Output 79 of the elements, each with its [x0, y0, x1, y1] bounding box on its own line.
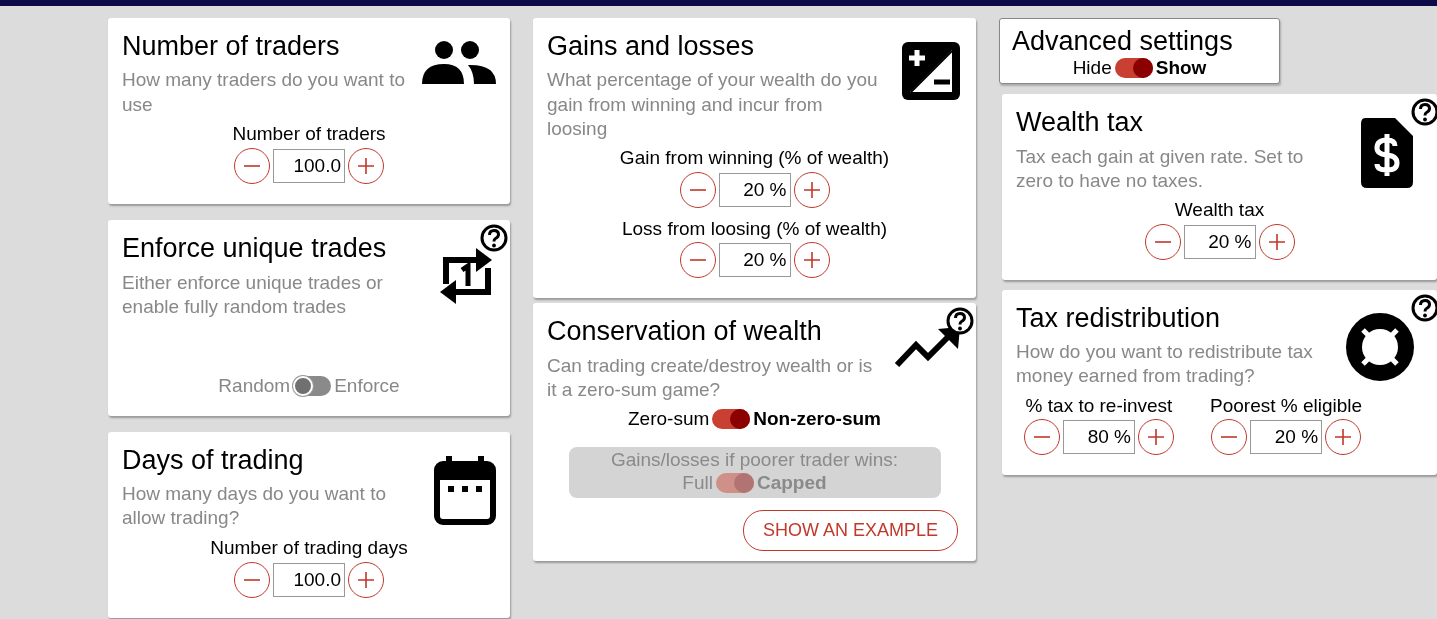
help-icon[interactable]: [1411, 98, 1437, 127]
option-label: Non-zero-sum: [753, 408, 881, 431]
decrement-button[interactable]: [234, 148, 270, 185]
card-description: Can trading create/destroy wealth or is it a zero-sum game?: [547, 353, 874, 402]
field-label: Wealth tax: [1174, 199, 1265, 222]
life-buoy-icon: [1345, 311, 1415, 382]
increment-button[interactable]: [1138, 419, 1174, 456]
card-title: Days of trading: [122, 443, 305, 477]
field-label: Poorest % eligible: [1210, 394, 1363, 418]
value-field[interactable]: 20 %: [1183, 224, 1256, 259]
increment-button[interactable]: [793, 242, 830, 279]
option-label: Hide: [1072, 56, 1112, 80]
help-icon[interactable]: [946, 307, 974, 336]
option-label: Enforce: [334, 374, 400, 398]
field-label: Number of trading days: [210, 537, 408, 560]
option-title: Gains/losses if poorer trader wins:: [609, 448, 900, 472]
card-title: Wealth tax: [1016, 106, 1145, 139]
plus-icon: [357, 157, 375, 176]
option-label: Full: [682, 471, 713, 495]
value-field[interactable]: 20 %: [718, 172, 791, 207]
dollar-document-icon: [1359, 116, 1415, 191]
increment-button[interactable]: [348, 148, 384, 185]
value-field[interactable]: 100.0: [273, 563, 345, 597]
field-label: Number of traders: [232, 123, 386, 147]
field-label: Gain from winning (% of wealth): [619, 146, 890, 170]
calendar-icon: [434, 453, 496, 526]
help-icon[interactable]: [1411, 293, 1437, 322]
minus-icon: [244, 165, 260, 168]
plus-icon: [1267, 232, 1286, 251]
card-description: What percentage of your wealth do you gain from winning and incur from loosing: [547, 68, 879, 141]
decrement-button[interactable]: [679, 171, 716, 208]
option-label: Capped: [756, 471, 827, 495]
decrement-button[interactable]: [234, 562, 270, 598]
value-field[interactable]: 100.0: [273, 149, 345, 184]
plus-icon: [357, 571, 375, 589]
plus-icon: [802, 180, 821, 199]
plus-minus-icon: [900, 40, 962, 102]
minus-icon: [689, 259, 706, 262]
decrement-button[interactable]: [1144, 223, 1181, 260]
card-title: Tax redistribution: [1016, 301, 1222, 335]
value-field[interactable]: 20 %: [718, 243, 791, 278]
decrement-button[interactable]: [1211, 419, 1248, 456]
field-label: % tax to re-invest: [1025, 394, 1173, 418]
panel-title: Advanced settings: [1012, 27, 1234, 57]
value-field[interactable]: 20 %: [1250, 420, 1323, 455]
card-title: Enforce unique trades: [122, 232, 388, 265]
minus-icon: [1154, 240, 1171, 243]
plus-icon: [802, 251, 821, 270]
toggle-switch[interactable]: [293, 376, 332, 397]
decrement-button[interactable]: [1024, 419, 1060, 456]
toggle-switch[interactable]: [1114, 58, 1153, 79]
minus-icon: [244, 579, 260, 581]
card-title: Gains and losses: [547, 30, 756, 63]
increment-button[interactable]: [348, 562, 384, 598]
plus-icon: [1334, 428, 1353, 447]
field-label: Loss from loosing (% of wealth): [621, 217, 888, 241]
card-description: How many days do you want to allow trading?: [122, 482, 388, 531]
increment-button[interactable]: [1325, 419, 1362, 456]
decrement-button[interactable]: [679, 242, 716, 279]
option-label: Show: [1155, 56, 1207, 80]
value-field[interactable]: 80 %: [1063, 420, 1135, 455]
minus-icon: [1034, 436, 1050, 439]
increment-button[interactable]: [1258, 223, 1295, 260]
toggle-switch[interactable]: [712, 409, 751, 430]
card-title: Number of traders: [122, 30, 341, 63]
option-label: Zero-sum: [628, 408, 710, 431]
help-icon[interactable]: [480, 224, 508, 253]
plus-icon: [1147, 428, 1165, 447]
minus-icon: [689, 188, 706, 191]
card-title: Conservation of wealth: [547, 315, 823, 348]
minus-icon: [1221, 436, 1238, 439]
show-example-button[interactable]: SHOW AN EXAMPLE: [742, 510, 958, 552]
option-label: Random: [218, 374, 291, 398]
card-description: Either enforce unique trades or enable fully random trades: [122, 270, 384, 319]
card-description: Tax each gain at given rate. Set to zero to have no taxes.: [1016, 144, 1305, 193]
trending-up-icon: [894, 325, 962, 370]
card-description: How many traders do you want to use: [122, 68, 407, 117]
increment-button[interactable]: [793, 171, 830, 208]
card-description: How do you want to redistribute tax money earned from trading?: [1016, 340, 1314, 389]
